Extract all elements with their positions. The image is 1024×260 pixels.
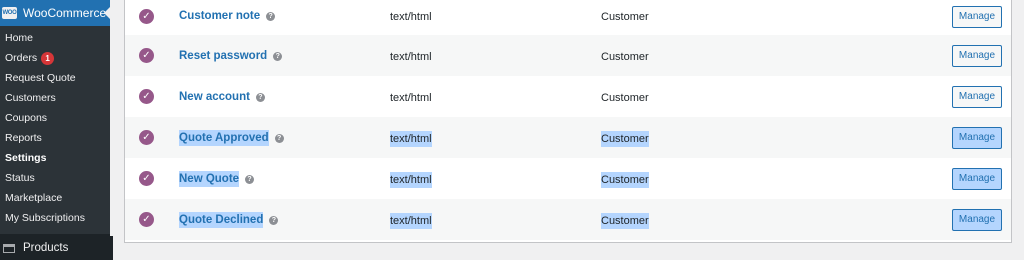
- content-type: text/html: [390, 51, 432, 63]
- products-archive-icon: [3, 243, 15, 253]
- email-name-link[interactable]: Quote Declined?: [179, 212, 279, 228]
- recipient: Customer: [601, 51, 649, 63]
- email-name-text[interactable]: New Quote: [179, 171, 240, 187]
- sidebar-item-reports[interactable]: Reports: [0, 128, 110, 148]
- email-name-text[interactable]: Customer note: [179, 10, 260, 22]
- table-row: ✓ Reset password? text/html Customer Man…: [125, 35, 1011, 76]
- content-type: text/html: [390, 131, 432, 147]
- sidebar-item-request-quote[interactable]: Request Quote: [0, 68, 110, 88]
- sidebar-item-label: Status: [5, 172, 35, 184]
- sidebar-item-products[interactable]: Products: [0, 236, 113, 260]
- enabled-check-icon: ✓: [139, 212, 154, 227]
- admin-sidebar: WOO WooCommerce Home Orders 1 Request Quo…: [0, 0, 113, 260]
- table-row: ✓ Quote Approved? text/html Customer Man…: [125, 117, 1011, 158]
- sidebar-item-label: Marketplace: [5, 192, 63, 204]
- help-tip-icon[interactable]: ?: [274, 134, 284, 143]
- sidebar-item-label: My Subscriptions: [5, 212, 85, 224]
- sidebar-item-label: Coupons: [5, 112, 48, 124]
- sidebar-item-label: Orders: [5, 52, 38, 64]
- sidebar-item-home[interactable]: Home: [0, 28, 110, 48]
- recipient: Customer: [601, 11, 649, 23]
- sidebar-item-label: Reports: [5, 132, 42, 144]
- sidebar-item-label: Customers: [5, 92, 56, 104]
- help-tip-icon[interactable]: ?: [273, 52, 283, 61]
- orders-count-badge: 1: [41, 51, 55, 65]
- manage-button[interactable]: Manage: [952, 209, 1002, 231]
- sidebar-item-label: Home: [5, 32, 34, 44]
- email-name-link[interactable]: New Quote?: [179, 171, 255, 187]
- email-name-text[interactable]: New account: [179, 91, 250, 103]
- content-type: text/html: [390, 213, 432, 229]
- enabled-check-icon: ✓: [139, 130, 154, 145]
- woocommerce-submenu: Home Orders 1 Request Quote Customers Cou…: [0, 26, 110, 234]
- current-menu-arrow-icon: [104, 7, 110, 19]
- help-tip-icon[interactable]: ?: [269, 216, 279, 225]
- content-type: text/html: [390, 172, 432, 188]
- sidebar-item-label: Products: [23, 242, 69, 254]
- manage-button[interactable]: Manage: [952, 168, 1002, 190]
- help-tip-icon[interactable]: ?: [245, 175, 255, 184]
- table-row: ✓ New account? text/html Customer Manage: [125, 76, 1011, 117]
- table-row: ✓ New Quote? text/html Customer Manage: [125, 158, 1011, 199]
- manage-button[interactable]: Manage: [952, 86, 1002, 108]
- woocommerce-menu-label: WooCommerce: [23, 6, 107, 20]
- email-name-text[interactable]: Reset password: [179, 50, 267, 62]
- sidebar-item-marketplace[interactable]: Marketplace: [0, 188, 110, 208]
- sidebar-item-customers[interactable]: Customers: [0, 88, 110, 108]
- table-row: ✓ Quote Declined? text/html Customer Man…: [125, 199, 1011, 240]
- table-row: ✓ Customer note? text/html Customer Mana…: [125, 0, 1011, 35]
- sidebar-item-status[interactable]: Status: [0, 168, 110, 188]
- manage-button[interactable]: Manage: [952, 6, 1002, 28]
- content-type: text/html: [390, 92, 432, 104]
- sidebar-item-label: Settings: [5, 152, 47, 164]
- enabled-check-icon: ✓: [139, 89, 154, 104]
- manage-button[interactable]: Manage: [952, 45, 1002, 67]
- content-type: text/html: [390, 11, 432, 23]
- enabled-check-icon: ✓: [139, 9, 154, 24]
- recipient: Customer: [601, 131, 649, 147]
- email-notifications-table: ✓ Customer note? text/html Customer Mana…: [124, 0, 1012, 243]
- enabled-check-icon: ✓: [139, 48, 154, 63]
- email-name-link[interactable]: Customer note?: [179, 10, 276, 22]
- woocommerce-menu-header[interactable]: WOO WooCommerce: [0, 0, 110, 26]
- woocommerce-logo-icon: WOO: [2, 7, 17, 19]
- sidebar-item-coupons[interactable]: Coupons: [0, 108, 110, 128]
- email-name-text[interactable]: Quote Declined: [179, 212, 264, 228]
- recipient: Customer: [601, 213, 649, 229]
- email-name-link[interactable]: New account?: [179, 91, 265, 103]
- email-name-link[interactable]: Reset password?: [179, 50, 283, 62]
- help-tip-icon[interactable]: ?: [255, 93, 265, 102]
- recipient: Customer: [601, 92, 649, 104]
- sidebar-item-orders[interactable]: Orders 1: [0, 48, 110, 68]
- sidebar-item-settings[interactable]: Settings: [0, 148, 110, 168]
- email-name-link[interactable]: Quote Approved?: [179, 130, 284, 146]
- recipient: Customer: [601, 172, 649, 188]
- sidebar-item-my-subscriptions[interactable]: My Subscriptions: [0, 208, 110, 228]
- help-tip-icon[interactable]: ?: [266, 12, 276, 21]
- manage-button[interactable]: Manage: [952, 127, 1002, 149]
- sidebar-item-label: Request Quote: [5, 72, 76, 84]
- enabled-check-icon: ✓: [139, 171, 154, 186]
- email-name-text[interactable]: Quote Approved: [179, 130, 269, 146]
